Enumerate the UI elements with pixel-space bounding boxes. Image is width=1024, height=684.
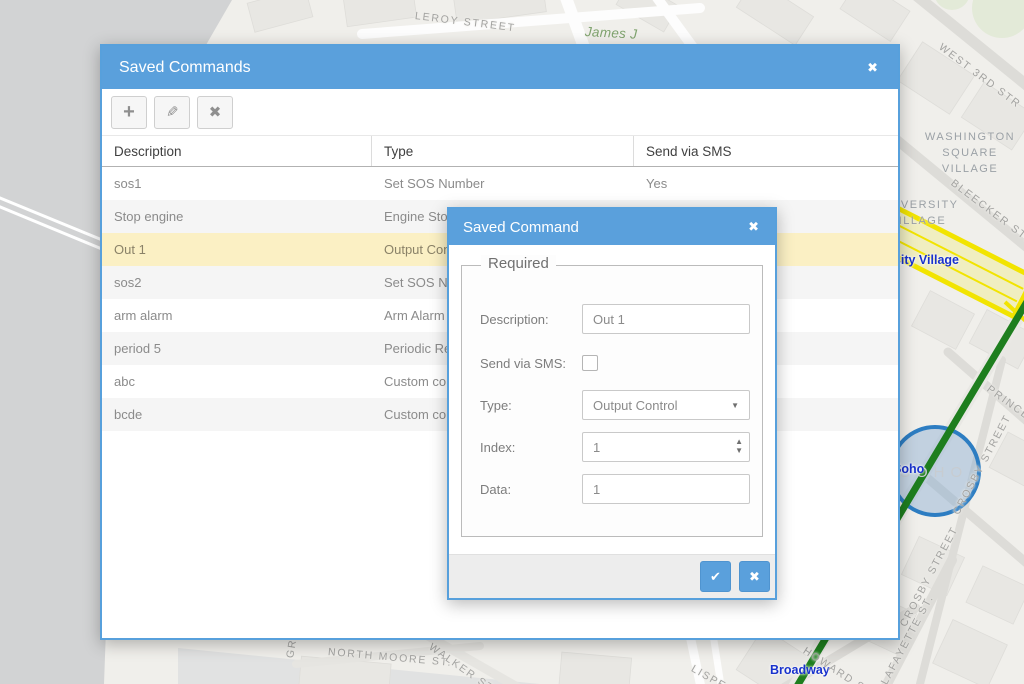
- cell-description: Out 1: [102, 242, 372, 257]
- close-icon[interactable]: ✖: [744, 219, 763, 235]
- app-window: LEROY STREET James J WEST 3RD STR WASHIN…: [0, 0, 1024, 684]
- check-icon: ✔: [710, 569, 721, 585]
- column-header-sms[interactable]: Send via SMS: [634, 136, 898, 166]
- data-label: Data:: [480, 482, 511, 497]
- table-row[interactable]: sos1 Set SOS Number Yes: [102, 167, 898, 200]
- saved-command-form-dialog: Saved Command ✖ Required Description: Se…: [447, 207, 777, 600]
- confirm-button[interactable]: ✔: [700, 561, 731, 592]
- description-field[interactable]: [582, 304, 750, 334]
- sms-label: Send via SMS:: [480, 356, 566, 371]
- sms-checkbox[interactable]: [582, 355, 598, 371]
- cell-description: Stop engine: [102, 209, 372, 224]
- description-label: Description:: [480, 312, 549, 327]
- type-select-value: Output Control: [593, 398, 731, 413]
- table-header: Description Type Send via SMS: [102, 135, 898, 167]
- dialog-titlebar[interactable]: Saved Command ✖: [449, 209, 775, 245]
- add-command-button[interactable]: +: [111, 96, 147, 129]
- index-stepper[interactable]: [582, 432, 750, 462]
- cell-description: sos1: [102, 176, 372, 191]
- close-icon[interactable]: ✖: [863, 60, 882, 76]
- data-field[interactable]: [582, 474, 750, 504]
- cancel-button[interactable]: ✖: [739, 561, 770, 592]
- commands-toolbar: + ✎ ✖: [102, 89, 898, 135]
- dialog-title: Saved Command: [463, 219, 744, 236]
- cell-type: Set SOS Number: [372, 176, 634, 191]
- cell-sms: Yes: [634, 176, 898, 191]
- sms-row: Send via SMS:: [480, 348, 750, 378]
- delete-icon: ✖: [209, 103, 222, 121]
- cell-description: sos2: [102, 275, 372, 290]
- cell-description: abc: [102, 374, 372, 389]
- arrow-up-icon[interactable]: ▲: [735, 437, 743, 446]
- stepper-arrows[interactable]: ▲ ▼: [735, 437, 743, 455]
- type-row: Type: Output Control ▼: [480, 390, 750, 420]
- cell-description: arm alarm: [102, 308, 372, 323]
- edit-command-button[interactable]: ✎: [154, 96, 190, 129]
- column-header-type[interactable]: Type: [372, 136, 634, 166]
- arrow-down-icon[interactable]: ▼: [735, 446, 743, 455]
- data-row: Data:: [480, 474, 750, 504]
- index-label: Index:: [480, 440, 515, 455]
- dialog-titlebar[interactable]: Saved Commands ✖: [102, 46, 898, 89]
- area-label: WASHINGTON SQUARE VILLAGE: [912, 130, 1024, 178]
- plus-icon: +: [123, 102, 135, 122]
- index-row: Index: ▲ ▼: [480, 432, 750, 462]
- form-footer: ✔ ✖: [449, 554, 775, 598]
- chevron-down-icon: ▼: [731, 401, 739, 410]
- dialog-title: Saved Commands: [119, 59, 863, 77]
- type-label: Type:: [480, 398, 512, 413]
- close-icon: ✖: [749, 569, 760, 585]
- column-header-description[interactable]: Description: [102, 136, 372, 166]
- type-select[interactable]: Output Control ▼: [582, 390, 750, 420]
- delete-command-button[interactable]: ✖: [197, 96, 233, 129]
- fieldset-legend: Required: [481, 255, 556, 272]
- pencil-icon: ✎: [166, 103, 179, 121]
- cell-description: bcde: [102, 407, 372, 422]
- park-label: James J: [585, 24, 638, 42]
- cell-description: period 5: [102, 341, 372, 356]
- description-row: Description:: [480, 304, 750, 334]
